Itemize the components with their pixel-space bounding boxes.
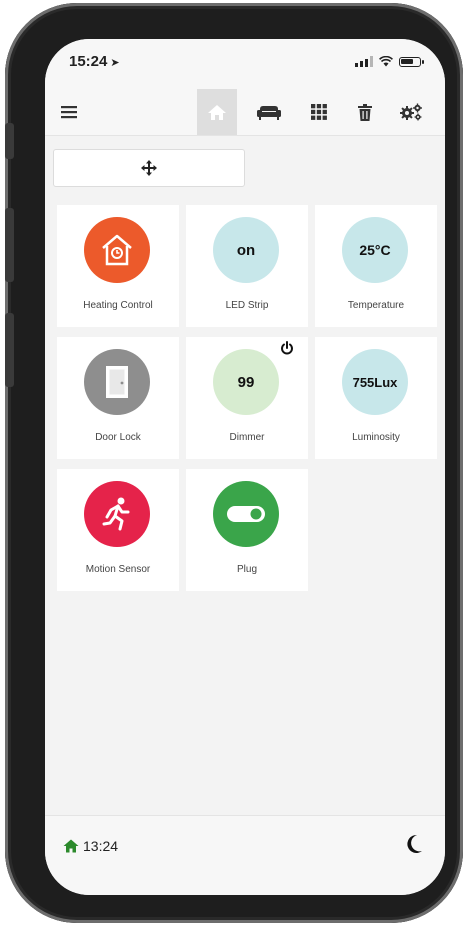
- nav-bar: [45, 89, 445, 136]
- trash-icon: [358, 103, 372, 121]
- temperature-label: Temperature: [347, 300, 405, 311]
- tile-heating-control[interactable]: Heating Control: [57, 205, 179, 327]
- power-icon[interactable]: [280, 341, 294, 355]
- sofa-icon: [257, 106, 281, 120]
- led-strip-label: LED Strip: [225, 300, 269, 311]
- volume-up-button: [5, 208, 14, 282]
- moon-icon[interactable]: [405, 834, 423, 854]
- status-bar: 15:24 ➤: [45, 39, 445, 89]
- tile-dimmer[interactable]: 99 Dimmer: [186, 337, 308, 459]
- wifi-icon: [379, 56, 393, 67]
- nav-home-tab[interactable]: [197, 89, 237, 135]
- dimmer-circle: 99: [213, 349, 279, 415]
- door-lock-circle: [84, 349, 150, 415]
- app-screen: 15:24 ➤ Heating Control on LED Strip 25°…: [45, 39, 445, 895]
- temperature-value: 25°C: [359, 242, 391, 258]
- nav-trash-tab[interactable]: [345, 89, 385, 135]
- led-strip-circle: on: [213, 217, 279, 283]
- plug-label: Plug: [236, 564, 257, 575]
- status-time-text: 15:24: [69, 53, 108, 70]
- heating-control-label: Heating Control: [83, 300, 153, 311]
- grid-icon: [311, 104, 327, 120]
- plug-circle: [213, 481, 279, 547]
- footer-home[interactable]: 13:24: [63, 838, 118, 854]
- volume-down-button: [5, 313, 14, 387]
- door-icon: [106, 366, 128, 398]
- home-icon: [208, 104, 226, 120]
- dimmer-label: Dimmer: [229, 432, 265, 443]
- footer-time: 13:24: [83, 838, 119, 854]
- status-icons: [355, 56, 424, 67]
- nav-rooms-tab[interactable]: [249, 89, 289, 135]
- move-handle[interactable]: [53, 149, 245, 187]
- mute-switch: [5, 123, 14, 159]
- tile-door-lock[interactable]: Door Lock: [57, 337, 179, 459]
- tile-led-strip[interactable]: on LED Strip: [186, 205, 308, 327]
- gears-icon: [400, 103, 422, 121]
- signal-icon: [355, 56, 373, 67]
- motion-sensor-circle: [84, 481, 150, 547]
- temperature-circle: 25°C: [342, 217, 408, 283]
- heating-control-circle: [84, 217, 150, 283]
- luminosity-value: 755Lux: [352, 374, 398, 390]
- tile-luminosity[interactable]: 755Lux Luminosity: [315, 337, 437, 459]
- luminosity-label: Luminosity: [352, 432, 400, 443]
- nav-settings-tab[interactable]: [391, 89, 431, 135]
- nav-grid-tab[interactable]: [299, 89, 339, 135]
- battery-icon: [399, 56, 424, 67]
- running-person-icon: [102, 497, 130, 531]
- door-lock-label: Door Lock: [95, 432, 141, 443]
- location-arrow-icon: ➤: [110, 57, 120, 69]
- motion-sensor-label: Motion Sensor: [85, 564, 151, 575]
- luminosity-circle: 755Lux: [342, 349, 408, 415]
- toggle-icon: [227, 506, 265, 522]
- dimmer-value: 99: [237, 373, 255, 391]
- hamburger-menu-icon[interactable]: [49, 89, 89, 135]
- phone-frame: 15:24 ➤ Heating Control on LED Strip 25°…: [5, 3, 463, 923]
- footer-bar: 13:24: [45, 815, 445, 895]
- tile-motion-sensor[interactable]: Motion Sensor: [57, 469, 179, 591]
- led-strip-value: on: [236, 241, 256, 259]
- tile-plug[interactable]: Plug: [186, 469, 308, 591]
- move-arrows-icon: [141, 160, 157, 176]
- home-icon: [63, 839, 79, 853]
- status-time: 15:24 ➤: [69, 53, 120, 70]
- tile-temperature[interactable]: 25°C Temperature: [315, 205, 437, 327]
- house-clock-icon: [102, 234, 132, 266]
